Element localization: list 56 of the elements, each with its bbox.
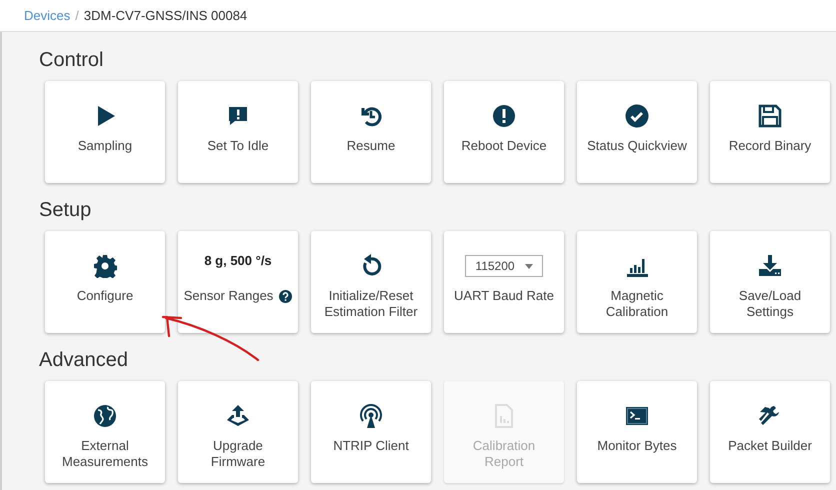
tile-label: Calibration Report [472,438,536,470]
tile-label: Upgrade Firmware [210,438,266,470]
tile-label: Sampling [78,138,132,154]
tile-button[interactable]: 8 g, 500 °/s Sensor Ranges [178,231,298,333]
tile-button[interactable]: Magnetic Calibration [577,231,697,333]
history-icon [359,104,383,128]
tile-button[interactable]: Status Quickview [577,81,697,183]
section-title: Setup [39,198,92,222]
message-icon [226,104,250,128]
tile-button[interactable]: Initialize/Reset Estimation Filter [311,231,431,333]
tile-label: Sensor Ranges [184,288,274,304]
tile-label: Set To Idle [207,138,269,154]
caret-icon [524,264,533,268]
tile-button[interactable]: Set To Idle [178,81,298,183]
tile-button[interactable]: Monitor Bytes [577,381,697,483]
section-title: Advanced [39,348,129,372]
range-value: 8 g, 500 °/s [204,252,272,268]
tile-label: Status Quickview [587,138,687,154]
tile-label: Reboot Device [461,138,547,154]
tile-button[interactable]: NTRIP Client [311,381,431,483]
download-icon [758,254,782,278]
tile-label: Monitor Bytes [597,438,677,454]
tile-label: Initialize/Reset Estimation Filter [324,288,418,320]
tile-button[interactable]: Configure [45,231,165,333]
help-icon[interactable] [279,290,292,302]
breadcrumb-current: 3DM-CV7-GNSS/INS 00084 [84,8,248,23]
tile-button[interactable]: Packet Builder [710,381,830,483]
terminal-icon [625,404,649,428]
tile-button[interactable]: Save/Load Settings [710,231,830,333]
tile-label: UART Baud Rate [454,288,554,304]
section-title: Control [39,48,104,72]
tile-button[interactable]: Sampling [45,81,165,183]
check-circle-icon [625,104,649,128]
tile-button[interactable]: External Measurements [45,381,165,483]
tile-label: Save/Load Settings [738,288,802,320]
tile-label: Configure [76,288,134,304]
tile-label: Magnetic Calibration [606,288,668,320]
tile-button[interactable]: 115200 UART Baud Rate [444,231,564,333]
tile-label: NTRIP Client [333,438,409,454]
baud-rate-dropdown[interactable]: 115200 [465,255,543,277]
upload-icon [226,404,250,428]
tile-label: External Measurements [62,438,148,470]
globe-icon [93,404,117,428]
tile-button[interactable]: Resume [311,81,431,183]
tile-button[interactable]: Record Binary [710,81,830,183]
antenna-icon [359,404,383,428]
breadcrumb-separator: / [75,8,79,23]
tile-label: Record Binary [728,138,812,154]
exclamation-icon [492,104,516,128]
tools-icon [758,404,782,428]
tile-label: Packet Builder [728,438,812,454]
tile-button[interactable]: Reboot Device [444,81,564,183]
report-icon [492,404,516,428]
tile-label: Resume [346,138,396,154]
tile-button[interactable]: Upgrade Firmware [178,381,298,483]
gear-icon [93,254,117,278]
